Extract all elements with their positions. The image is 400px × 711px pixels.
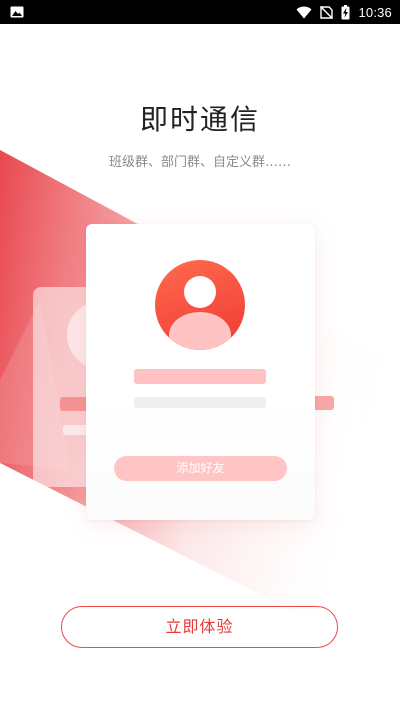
description-placeholder — [134, 397, 266, 408]
status-bar: 10:36 — [0, 0, 400, 24]
avatar-body — [169, 312, 231, 350]
image-icon — [10, 6, 24, 18]
page-subtitle: 班级群、部门群、自定义群…… — [108, 155, 291, 170]
avatar-head — [184, 276, 216, 308]
add-friend-button[interactable]: 添加好友 — [114, 456, 287, 481]
status-time: 10:36 — [358, 4, 392, 20]
name-placeholder — [134, 369, 266, 384]
try-now-button[interactable]: 立即体验 — [61, 606, 338, 648]
no-sim-icon — [320, 5, 334, 19]
wifi-icon — [296, 6, 312, 19]
page-title: 即时通信 — [139, 103, 260, 136]
profile-card: 添加好友 — [86, 224, 315, 520]
battery-charging-icon — [341, 4, 350, 20]
user-avatar-icon — [155, 260, 245, 350]
